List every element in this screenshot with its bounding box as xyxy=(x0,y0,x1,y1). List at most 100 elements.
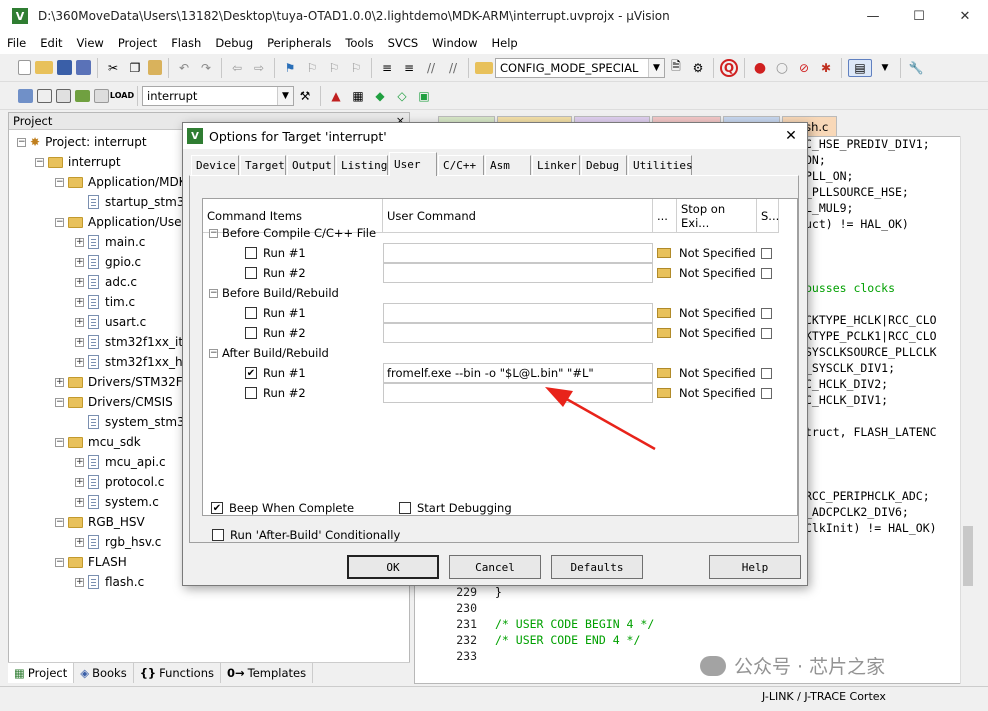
tree-file-item[interactable]: + tim.c xyxy=(75,292,135,312)
menu-flash[interactable]: Flash xyxy=(164,36,208,50)
pack-installer-icon[interactable]: ◇ xyxy=(393,87,411,105)
configure-tools-icon[interactable]: 🔧 xyxy=(907,59,925,77)
s-checkbox[interactable] xyxy=(761,367,772,379)
tab-project[interactable]: ▦ Project xyxy=(8,662,75,683)
window-layout-icon[interactable]: ▤ xyxy=(848,58,872,77)
breakpoint-disable-all-icon[interactable]: ⊘ xyxy=(795,59,813,77)
browse-button[interactable] xyxy=(655,363,673,383)
ok-button[interactable]: OK xyxy=(347,555,439,579)
chevron-down-icon[interactable]: ▼ xyxy=(648,58,664,77)
browse-button[interactable] xyxy=(655,243,673,263)
menu-project[interactable]: Project xyxy=(111,36,164,50)
s-checkbox[interactable] xyxy=(761,307,772,319)
maximize-button[interactable]: ☐ xyxy=(896,0,942,32)
expand-icon[interactable]: + xyxy=(55,377,64,387)
tree-group-item[interactable]: − Application/User xyxy=(55,212,186,232)
find-combo[interactable]: CONFIG_MODE_SPECIAL ▼ xyxy=(495,57,665,78)
menu-help[interactable]: Help xyxy=(485,36,525,50)
tab-templates[interactable]: 0→ Templates xyxy=(221,662,314,683)
paste-icon[interactable] xyxy=(148,60,162,75)
expand-icon[interactable]: + xyxy=(75,337,84,347)
browse-button[interactable] xyxy=(655,323,673,343)
tree-file-item[interactable]: + mcu_api.c xyxy=(75,452,166,472)
tree-group-item[interactable]: − Drivers/CMSIS xyxy=(55,392,173,412)
build-icon[interactable] xyxy=(37,88,52,103)
tree-file-item[interactable]: + protocol.c xyxy=(75,472,164,492)
tab-target[interactable]: Target xyxy=(240,155,286,175)
expand-icon[interactable]: + xyxy=(75,537,84,547)
expand-icon[interactable]: + xyxy=(75,317,84,327)
new-file-icon[interactable] xyxy=(18,60,31,75)
copy-icon[interactable]: ❐ xyxy=(126,59,144,77)
comment-icon[interactable]: // xyxy=(422,59,440,77)
tree-file-item[interactable]: + stm32f1xx_it.c xyxy=(75,332,193,352)
tree-item-project-root[interactable]: − ✸ Project: interrupt xyxy=(17,132,147,152)
tab-listing[interactable]: Listing xyxy=(336,155,388,175)
help-button[interactable]: Help xyxy=(709,555,801,579)
tab-utilities[interactable]: Utilities xyxy=(628,155,693,175)
s-checkbox-cell[interactable] xyxy=(761,263,772,283)
expand-icon[interactable]: + xyxy=(75,277,84,287)
collapse-icon[interactable]: − xyxy=(55,437,64,447)
user-command-input[interactable]: fromelf.exe --bin -o "$L@L.bin" "#L" xyxy=(383,363,653,383)
expand-icon[interactable]: + xyxy=(75,297,84,307)
run-checkbox[interactable] xyxy=(245,387,257,399)
breakpoint-insert-icon[interactable]: ● xyxy=(751,59,769,77)
group-before-build[interactable]: − Before Build/Rebuild xyxy=(209,283,339,303)
expand-icon[interactable]: + xyxy=(75,457,84,467)
collapse-icon[interactable]: − xyxy=(209,228,218,238)
undo-icon[interactable]: ↶ xyxy=(175,59,193,77)
debug-start-icon[interactable]: Q xyxy=(720,58,738,77)
rebuild-icon[interactable] xyxy=(56,88,71,103)
menu-debug[interactable]: Debug xyxy=(208,36,260,50)
user-command-input[interactable] xyxy=(383,323,653,343)
menu-view[interactable]: View xyxy=(70,36,111,50)
tab-asm[interactable]: Asm xyxy=(485,155,531,175)
s-checkbox-cell[interactable] xyxy=(761,383,772,403)
menu-window[interactable]: Window xyxy=(425,36,484,50)
tab-c-cpp[interactable]: C/C++ xyxy=(438,155,484,175)
nav-back-icon[interactable]: ⇦ xyxy=(228,59,246,77)
run-item[interactable]: Run #1 xyxy=(245,243,306,263)
tab-output[interactable]: Output xyxy=(287,155,335,175)
nav-forward-icon[interactable]: ⇨ xyxy=(250,59,268,77)
s-checkbox[interactable] xyxy=(761,387,772,399)
tree-file-item[interactable]: + flash.c xyxy=(75,572,144,592)
tab-device[interactable]: Device xyxy=(191,155,239,175)
indent-icon[interactable]: ≡ xyxy=(378,59,396,77)
chevron-down-icon[interactable]: ▼ xyxy=(277,86,293,105)
run-item[interactable]: Run #1 xyxy=(245,303,306,323)
target-combo[interactable]: interrupt ▼ xyxy=(142,85,294,106)
run-after-build-checkbox[interactable] xyxy=(212,529,224,541)
run-time-env-icon[interactable]: ◆ xyxy=(371,87,389,105)
group-after-build[interactable]: − After Build/Rebuild xyxy=(209,343,329,363)
menu-tools[interactable]: Tools xyxy=(338,36,380,50)
stop-on-exit-value[interactable]: Not Specified xyxy=(679,243,756,263)
stop-on-exit-value[interactable]: Not Specified xyxy=(679,303,756,323)
save-icon[interactable] xyxy=(57,60,72,75)
file-extensions-icon[interactable]: ▦ xyxy=(349,87,367,105)
run-checkbox[interactable] xyxy=(245,267,257,279)
scrollbar-thumb[interactable] xyxy=(963,526,973,586)
s-checkbox-cell[interactable] xyxy=(761,363,772,383)
menu-file[interactable]: File xyxy=(0,36,33,50)
user-command-input[interactable] xyxy=(383,303,653,323)
browse-button[interactable] xyxy=(655,303,673,323)
batch-build-icon[interactable] xyxy=(75,89,90,102)
bookmark-next-icon[interactable]: ⚐ xyxy=(325,59,343,77)
tab-books[interactable]: ◈ Books xyxy=(74,662,134,683)
start-debugging-checkbox[interactable] xyxy=(399,502,411,514)
unindent-icon[interactable]: ≡ xyxy=(400,59,418,77)
translate-icon[interactable] xyxy=(18,88,33,103)
run-after-build-conditionally[interactable]: Run 'After-Build' Conditionally xyxy=(212,528,400,542)
breakpoint-kill-all-icon[interactable]: ✱ xyxy=(817,59,835,77)
group-before-compile[interactable]: − Before Compile C/C++ File xyxy=(209,223,376,243)
target-options-icon[interactable]: ⚒ xyxy=(296,87,314,105)
user-command-input[interactable] xyxy=(383,243,653,263)
open-folder-icon[interactable] xyxy=(35,61,53,74)
expand-icon[interactable]: + xyxy=(75,497,84,507)
tree-file-item[interactable]: + main.c xyxy=(75,232,145,252)
layout-dropdown-icon[interactable]: ▼ xyxy=(876,59,894,77)
tab-debug[interactable]: Debug xyxy=(581,155,627,175)
stop-on-exit-value[interactable]: Not Specified xyxy=(679,363,756,383)
